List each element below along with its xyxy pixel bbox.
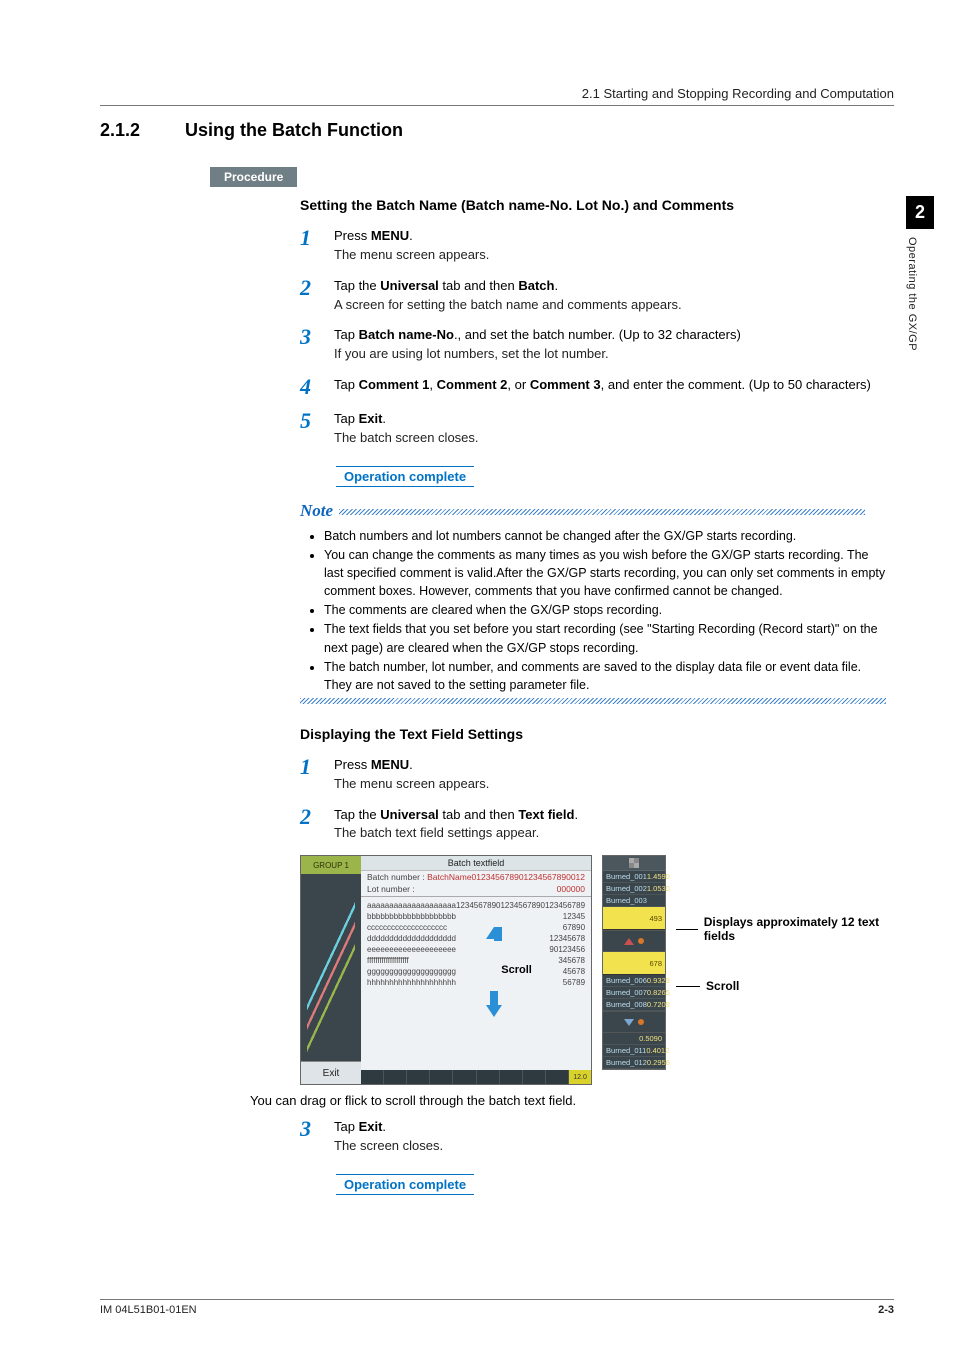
figure-center-title: Batch textfield <box>361 856 591 871</box>
figure-caption: You can drag or flick to scroll through … <box>250 1093 894 1108</box>
note-item: Batch numbers and lot numbers cannot be … <box>324 527 886 545</box>
figure-group-label: GROUP 1 <box>301 856 361 874</box>
proc2-step-3: 3 Tap Exit. The screen closes. <box>300 1118 886 1156</box>
figure-side-panel: Burned_0011.4590 Burned_0021.0530 Burned… <box>602 855 666 1070</box>
page-footer: IM 04L51B01-01EN 2-3 <box>100 1299 894 1316</box>
step-1: 1 Press MENU. The menu screen appears. <box>300 227 886 265</box>
note-item: The comments are cleared when the GX/GP … <box>324 601 886 619</box>
step-2: 2 Tap the Universal tab and then Batch. … <box>300 277 886 315</box>
procedure-label: Procedure <box>210 167 297 187</box>
note-item: The batch number, lot number, and commen… <box>324 658 886 694</box>
step-3: 3 Tap Batch name-No., and set the batch … <box>300 326 886 364</box>
side-tab: 2 Operating the GX/GP <box>906 196 934 351</box>
figure-area: GROUP 1 Exit Batch textfield Batch numbe… <box>300 855 894 1085</box>
annotation-scroll: Scroll <box>706 979 739 993</box>
note-item: The text fields that you set before you … <box>324 620 886 656</box>
proc2-step-2: 2 Tap the Universal tab and then Text fi… <box>300 806 886 844</box>
figure-center-panel: Batch textfield Batch number :BatchName0… <box>361 856 591 1084</box>
operation-complete-badge: Operation complete <box>336 466 474 487</box>
step-number: 5 <box>300 410 318 448</box>
step-number: 2 <box>300 277 318 315</box>
operation-complete-badge: Operation complete <box>336 1174 474 1195</box>
proc2-step-1: 1 Press MENU. The menu screen appears. <box>300 756 886 794</box>
figure-trend <box>301 874 361 1061</box>
section-title: 2.1.2 Using the Batch Function <box>100 120 894 141</box>
note-list: Batch numbers and lot numbers cannot be … <box>306 527 886 694</box>
figure-scroll-label: Scroll <box>501 964 532 976</box>
running-header: 2.1 Starting and Stopping Recording and … <box>100 86 894 106</box>
step-4: 4 Tap Comment 1, Comment 2, or Comment 3… <box>300 376 886 398</box>
note-label: Note <box>300 501 333 520</box>
menu-keyword: MENU <box>371 228 409 243</box>
chapter-number: 2 <box>906 196 934 229</box>
scroll-up-icon <box>486 928 502 954</box>
exit-button[interactable]: Exit <box>301 1061 361 1084</box>
proc2-heading: Displaying the Text Field Settings <box>300 726 886 742</box>
note-rule-bottom <box>300 698 886 704</box>
running-header-text: 2.1 Starting and Stopping Recording and … <box>582 86 894 101</box>
scroll-down-icon <box>486 991 502 1017</box>
section-number: 2.1.2 <box>100 120 180 141</box>
doc-id: IM 04L51B01-01EN <box>100 1304 197 1316</box>
figure-text-list[interactable]: aaaaaaaaaaaaaaaaaaaa12345678901234567890… <box>361 898 591 990</box>
mini-scroll-down[interactable] <box>603 1011 665 1033</box>
step-number: 3 <box>300 1118 318 1156</box>
chapter-title: Operating the GX/GP <box>906 237 918 351</box>
proc1-heading: Setting the Batch Name (Batch name-No. L… <box>300 197 886 213</box>
section-name: Using the Batch Function <box>185 120 403 140</box>
step-number: 1 <box>300 756 318 794</box>
figure-left-panel: GROUP 1 Exit <box>301 856 361 1084</box>
note-heading: Note <box>300 501 886 521</box>
bottom-highlight: 12.0 <box>569 1070 591 1084</box>
figure-main: GROUP 1 Exit Batch textfield Batch numbe… <box>300 855 592 1085</box>
mini-scroll-up[interactable] <box>603 930 665 952</box>
grid-icon[interactable] <box>603 856 665 871</box>
step-number: 1 <box>300 227 318 265</box>
annotation-text-fields: Displays approximately 12 text fields <box>704 915 894 943</box>
step-number: 3 <box>300 326 318 364</box>
step-5: 5 Tap Exit. The batch screen closes. <box>300 410 886 448</box>
note-rule <box>339 509 865 515</box>
figure-annotations: Displays approximately 12 text fields Sc… <box>676 855 894 993</box>
page-number: 2-3 <box>878 1304 894 1316</box>
step-number: 2 <box>300 806 318 844</box>
note-item: You can change the comments as many time… <box>324 546 886 600</box>
step-number: 4 <box>300 376 318 398</box>
